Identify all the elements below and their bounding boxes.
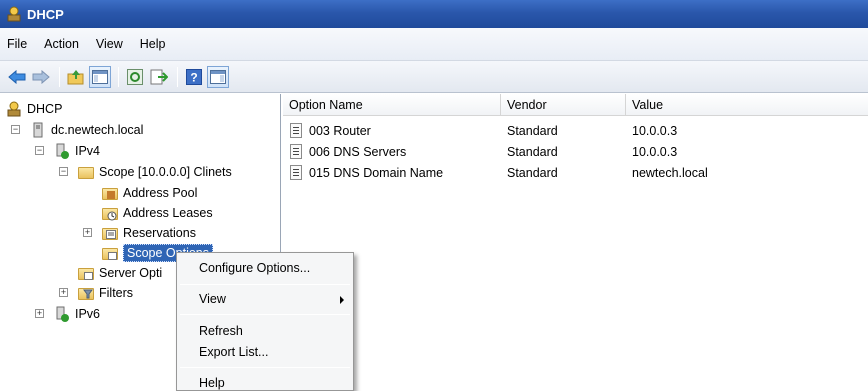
menu-item-view[interactable]: View: [199, 292, 226, 306]
dhcp-app-icon: [6, 6, 22, 22]
tree-node-filters[interactable]: Filters: [78, 283, 133, 303]
toolbar-separator: [118, 66, 119, 87]
submenu-arrow-icon: [340, 296, 344, 304]
column-label: Vendor: [507, 97, 547, 112]
tree-label: Reservations: [123, 226, 196, 240]
ipv6-icon: [54, 306, 70, 322]
cell-vendor: Standard: [507, 166, 558, 180]
cell-option-name: 015 DNS Domain Name: [309, 166, 444, 180]
collapse-toggle[interactable]: −: [59, 167, 68, 176]
menu-item-help[interactable]: Help: [199, 376, 225, 390]
collapse-toggle[interactable]: −: [11, 125, 20, 134]
address-pool-icon: [102, 185, 118, 201]
export-list-icon[interactable]: [148, 66, 170, 88]
show-hide-action-pane-icon[interactable]: [207, 65, 229, 88]
ipv4-icon: [54, 143, 70, 159]
list-row[interactable]: 006 DNS Servers Standard 10.0.0.3: [283, 142, 868, 163]
folder-icon: [78, 164, 94, 180]
tree-label: DHCP: [27, 102, 63, 116]
column-header-value[interactable]: Value: [626, 94, 868, 116]
options-list: Option Name Vendor Value 003 Router Stan…: [283, 94, 868, 391]
tree-label: IPv6: [75, 307, 101, 321]
svg-text:?: ?: [190, 70, 197, 84]
cell-value: 10.0.0.3: [632, 124, 678, 138]
toolbar-separator: [59, 66, 60, 87]
tree-node-ipv6[interactable]: IPv6: [54, 304, 100, 324]
tree-label: IPv4: [75, 144, 101, 158]
expand-toggle[interactable]: +: [83, 228, 92, 237]
toolbar: ?: [0, 61, 868, 93]
cell-vendor: Standard: [507, 124, 558, 138]
tree-node-address-leases[interactable]: Address Leases: [102, 203, 213, 223]
refresh-icon[interactable]: [124, 66, 146, 88]
collapse-toggle[interactable]: −: [35, 146, 44, 155]
tree-label: Server Opti: [99, 266, 163, 280]
column-label: Option Name: [289, 97, 363, 112]
list-row[interactable]: 015 DNS Domain Name Standard newtech.loc…: [283, 163, 868, 184]
menu-bar: File Action View Help: [0, 28, 868, 61]
tree-node-ipv4[interactable]: IPv4: [54, 141, 100, 161]
tree-label: Filters: [99, 286, 134, 300]
filters-icon: [78, 285, 94, 301]
option-icon: [290, 165, 302, 180]
expand-toggle[interactable]: +: [35, 309, 44, 318]
address-leases-icon: [102, 205, 118, 221]
column-label: Value: [632, 97, 664, 112]
cell-option-name: 003 Router: [309, 124, 371, 138]
show-hide-tree-icon[interactable]: [89, 65, 111, 88]
column-header-option-name[interactable]: Option Name: [283, 94, 501, 116]
column-header-vendor[interactable]: Vendor: [501, 94, 626, 116]
cell-vendor: Standard: [507, 145, 558, 159]
window-title: DHCP: [27, 6, 64, 22]
tree-node-server-options[interactable]: Server Opti: [78, 263, 162, 283]
context-menu: Configure Options... View Refresh Export…: [176, 252, 354, 391]
window-title-bar[interactable]: DHCP: [0, 0, 868, 28]
server-icon: [30, 122, 46, 138]
menu-separator: [180, 367, 350, 368]
dhcp-icon: [6, 101, 22, 117]
server-options-icon: [78, 265, 94, 281]
forward-arrow-icon[interactable]: [30, 66, 52, 88]
up-folder-icon[interactable]: [65, 66, 87, 88]
menu-help[interactable]: Help: [140, 37, 166, 51]
help-icon[interactable]: ?: [183, 66, 205, 88]
tree-node-server[interactable]: dc.newtech.local: [30, 120, 143, 140]
menu-separator: [180, 314, 350, 315]
toolbar-separator: [177, 66, 178, 87]
option-icon: [290, 144, 302, 159]
menu-item-refresh[interactable]: Refresh: [199, 324, 243, 338]
scope-options-icon: [102, 245, 118, 261]
menu-item-export-list[interactable]: Export List...: [199, 345, 268, 359]
tree-node-reservations[interactable]: Reservations: [102, 223, 196, 243]
tree-label: Address Leases: [123, 206, 213, 220]
cell-value: 10.0.0.3: [632, 145, 678, 159]
menu-separator: [180, 284, 350, 285]
list-row[interactable]: 003 Router Standard 10.0.0.3: [283, 121, 868, 142]
menu-view[interactable]: View: [96, 37, 123, 51]
tree-node-dhcp[interactable]: DHCP: [6, 99, 62, 119]
option-icon: [290, 123, 302, 138]
cell-option-name: 006 DNS Servers: [309, 145, 407, 159]
menu-file[interactable]: File: [7, 37, 27, 51]
menu-item-configure-options[interactable]: Configure Options...: [199, 261, 310, 275]
tree-label: Scope [10.0.0.0] Clinets: [99, 165, 232, 179]
tree-node-address-pool[interactable]: Address Pool: [102, 183, 197, 203]
tree-label: Address Pool: [123, 186, 198, 200]
menu-action[interactable]: Action: [44, 37, 79, 51]
reservations-icon: [102, 225, 118, 241]
tree-node-scope[interactable]: Scope [10.0.0.0] Clinets: [78, 162, 232, 182]
cell-value: newtech.local: [632, 166, 708, 180]
back-arrow-icon[interactable]: [6, 66, 28, 88]
tree-label: dc.newtech.local: [51, 123, 144, 137]
expand-toggle[interactable]: +: [59, 288, 68, 297]
